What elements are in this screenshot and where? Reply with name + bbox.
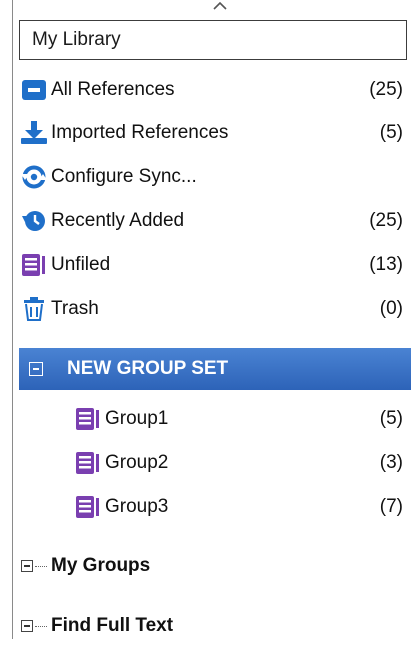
section-label: Find Full Text [51,615,174,636]
library-panel: My Library All References (25) Imported … [12,0,411,639]
group-label: Group1 [105,408,169,429]
group-item-group2[interactable]: Group2 (3) [73,441,407,485]
item-label: Recently Added [51,210,185,231]
group-count: (5) [379,408,403,429]
collapse-caret-icon[interactable] [213,0,227,12]
library-item-configure-sync[interactable]: Configure Sync... [19,155,407,199]
tree-connector [35,625,47,627]
group-item-group1[interactable]: Group1 (5) [73,397,407,441]
section-my-groups[interactable]: My Groups [19,546,407,586]
item-count: (0) [379,298,403,319]
library-item-trash[interactable]: Trash (0) [19,287,407,331]
group-label: Group3 [105,496,169,517]
collapse-icon[interactable] [29,362,43,376]
library-item-recently-added[interactable]: Recently Added (25) [19,199,407,243]
item-count: (5) [379,122,403,143]
collapse-icon[interactable] [21,560,33,572]
item-count: (25) [369,210,403,231]
all-references-icon [19,75,49,105]
item-count: (25) [369,79,403,100]
item-label: Unfiled [51,254,111,275]
sync-icon [19,162,49,192]
section-find-full-text[interactable]: Find Full Text [19,606,407,646]
group-label: Group2 [105,452,169,473]
library-title-box[interactable]: My Library [19,20,407,60]
item-label: Configure Sync... [51,166,197,187]
collapse-icon[interactable] [21,620,33,632]
library-item-unfiled[interactable]: Unfiled (13) [19,243,407,287]
tree-connector [35,565,47,567]
unfiled-icon [19,250,49,280]
group-item-group3[interactable]: Group3 (7) [73,485,407,529]
section-label: My Groups [51,555,151,576]
trash-icon [19,294,49,324]
imported-references-icon [19,118,49,148]
library-item-all-references[interactable]: All References (25) [19,68,407,112]
group-icon [73,448,103,478]
group-icon [73,492,103,522]
item-count: (13) [369,254,403,275]
item-label: Imported References [51,122,229,143]
group-count: (7) [379,496,403,517]
item-label: All References [51,79,175,100]
group-set-label: NEW GROUP SET [67,358,229,379]
library-item-imported-references[interactable]: Imported References (5) [19,111,407,155]
item-label: Trash [51,298,99,319]
group-set-header[interactable]: NEW GROUP SET [19,348,411,390]
group-icon [73,404,103,434]
recently-added-icon [19,206,49,236]
library-title: My Library [32,29,121,50]
group-count: (3) [379,452,403,473]
